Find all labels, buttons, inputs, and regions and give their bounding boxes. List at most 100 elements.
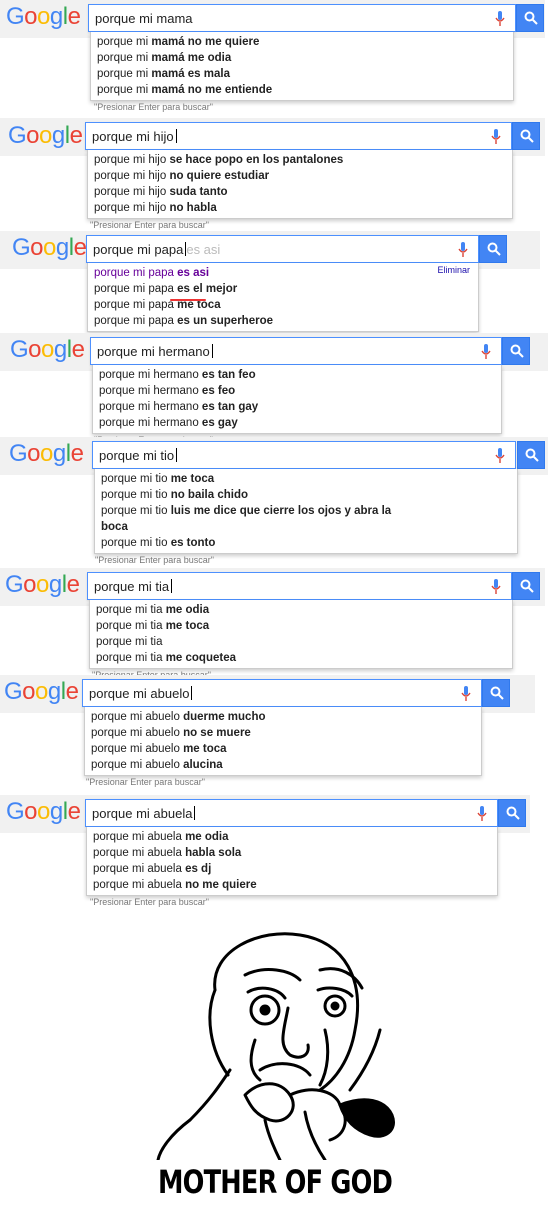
suggestion-item[interactable]: porque mi abuelo me toca	[85, 741, 481, 757]
search-input[interactable]: porque mi hermano	[90, 337, 502, 365]
suggestion-prefix: porque mi tio	[101, 505, 171, 517]
query-text: porque mi abuelo	[89, 686, 190, 701]
suggestion-prefix: porque mi papa	[94, 267, 178, 279]
microphone-icon[interactable]	[481, 343, 491, 361]
logo-letter: g	[47, 678, 61, 705]
suggestion-item[interactable]: porque mi papa es un superheroe	[88, 313, 478, 329]
search-icon	[524, 11, 538, 25]
suggestion-item[interactable]: porque mi hermano es tan gay	[93, 399, 501, 415]
suggestion-completion: me toca	[170, 473, 215, 485]
microphone-icon[interactable]	[491, 128, 501, 146]
query-text: porque mi tio	[99, 448, 175, 463]
logo-letter: G	[8, 122, 27, 149]
suggestion-item[interactable]: porque mi hijo suda tanto	[88, 184, 512, 200]
suggestion-prefix: porque mi abuela	[93, 831, 186, 843]
search-panel-abuela: Google porque mi abuela porque mi abuela m…	[0, 795, 550, 907]
google-logo[interactable]: Google	[6, 3, 81, 31]
search-input[interactable]: porque mi abuela	[85, 799, 498, 827]
search-icon	[506, 806, 520, 820]
search-input[interactable]: porque mi mama	[88, 4, 516, 32]
search-icon	[490, 686, 504, 700]
suggestion-prefix: porque mi papa	[94, 283, 178, 295]
suggestion-item[interactable]: porque mi hermano es tan feo	[93, 367, 501, 383]
google-logo[interactable]: Google	[4, 678, 79, 706]
suggestion-item[interactable]: porque mi mamá no me quiere	[91, 34, 513, 50]
search-button[interactable]	[512, 572, 540, 600]
suggestion-item[interactable]: porque mi tia me coquetea	[90, 650, 512, 666]
search-button[interactable]	[517, 441, 545, 469]
microphone-icon[interactable]	[495, 447, 505, 465]
suggestions-dropdown: porque mi abuela me odia porque mi abuela…	[86, 827, 498, 896]
google-logo[interactable]: Google	[9, 440, 84, 468]
search-button[interactable]	[516, 4, 544, 32]
suggestion-item[interactable]: porque mi abuelo alucina	[85, 757, 481, 773]
suggestion-item[interactable]: porque mi hermano es gay	[93, 415, 501, 431]
search-button[interactable]	[479, 235, 507, 263]
suggestion-item[interactable]: porque mi hijo no quiere estudiar	[88, 168, 512, 184]
suggestion-item[interactable]: porque mi hermano es feo	[93, 383, 501, 399]
search-button[interactable]	[502, 337, 530, 365]
google-logo[interactable]: Google	[5, 571, 80, 599]
search-button[interactable]	[482, 679, 510, 707]
google-logo[interactable]: Google	[12, 234, 87, 262]
suggestion-item[interactable]: porque mi abuelo no se muere	[85, 725, 481, 741]
text-cursor	[176, 448, 178, 462]
suggestions-dropdown: porque mi abuelo duerme mucho porque mi a…	[84, 707, 482, 776]
logo-letter: g	[52, 440, 66, 467]
suggestion-prefix: porque mi hermano	[99, 417, 202, 429]
suggestion-item[interactable]: porque mi tio luis me dice que cierre lo…	[95, 503, 517, 519]
logo-letter: g	[55, 234, 69, 261]
suggestion-item[interactable]: porque mi tio me toca	[95, 471, 517, 487]
enter-hint: "Presionar Enter para buscar"	[94, 102, 213, 112]
suggestion-item[interactable]: porque mi papa es el mejor	[88, 281, 478, 297]
search-input[interactable]: porque mi papa es asi	[86, 235, 479, 263]
suggestion-item[interactable]: porque mi tia	[90, 634, 512, 650]
suggestion-item[interactable]: porque mi abuela no me quiere	[87, 877, 497, 893]
logo-letter: o	[28, 336, 42, 363]
suggestion-item[interactable]: porque mi hijo se hace popo en los panta…	[88, 152, 512, 168]
search-input[interactable]: porque mi tia	[87, 572, 512, 600]
search-input[interactable]: porque mi abuelo	[82, 679, 482, 707]
microphone-icon[interactable]	[461, 685, 471, 703]
delete-suggestion-link[interactable]: Eliminar	[437, 265, 470, 275]
search-query: porque mi abuelo	[89, 686, 193, 701]
query-text: porque mi tia	[94, 579, 170, 594]
suggestion-item[interactable]: porque mi abuela es dj	[87, 861, 497, 877]
suggestion-item[interactable]: porque mi mamá es mala	[91, 66, 513, 82]
suggestion-item[interactable]: boca	[95, 519, 517, 535]
search-panel-mama: Google porque mi mama porque mi mamá no me…	[0, 0, 550, 112]
google-logo[interactable]: Google	[10, 336, 85, 364]
suggestion-item[interactable]: porque mi papa es asi	[88, 265, 478, 281]
microphone-icon[interactable]	[495, 10, 505, 28]
search-icon	[520, 579, 534, 593]
google-logo[interactable]: Google	[8, 122, 83, 150]
microphone-icon[interactable]	[477, 805, 487, 823]
enter-hint: "Presionar Enter para buscar"	[90, 220, 209, 230]
microphone-icon[interactable]	[491, 578, 501, 596]
search-input[interactable]: porque mi tio	[92, 441, 516, 469]
logo-letter: G	[10, 336, 29, 363]
suggestion-item[interactable]: porque mi tio no baila chido	[95, 487, 517, 503]
suggestion-item[interactable]: porque mi mamá me odia	[91, 50, 513, 66]
suggestion-prefix: porque mi hermano	[99, 385, 202, 397]
google-logo[interactable]: Google	[6, 798, 81, 826]
suggestion-item[interactable]: porque mi tio es tonto	[95, 535, 517, 551]
search-input[interactable]: porque mi hijo	[85, 122, 512, 150]
suggestion-item[interactable]: porque mi abuela habla sola	[87, 845, 497, 861]
suggestion-item[interactable]: porque mi mamá no me entiende	[91, 82, 513, 98]
suggestions-dropdown: porque mi hijo se hace popo en los panta…	[87, 150, 513, 219]
suggestion-completion: es el mejor	[177, 283, 238, 295]
logo-letter: G	[6, 3, 25, 30]
suggestion-item[interactable]: porque mi tia me toca	[90, 618, 512, 634]
suggestions-dropdown: porque mi papa es asi porque mi papa es e…	[87, 263, 479, 332]
suggestion-item[interactable]: porque mi abuelo duerme mucho	[85, 709, 481, 725]
logo-letter: o	[43, 234, 56, 261]
logo-letter: G	[9, 440, 28, 467]
suggestion-item[interactable]: porque mi hijo no habla	[88, 200, 512, 216]
suggestion-item[interactable]: porque mi abuela me odia	[87, 829, 497, 845]
suggestion-item[interactable]: porque mi papa me toca	[88, 297, 478, 313]
suggestion-item[interactable]: porque mi tia me odia	[90, 602, 512, 618]
search-button[interactable]	[498, 799, 526, 827]
search-button[interactable]	[512, 122, 540, 150]
microphone-icon[interactable]	[458, 241, 468, 259]
